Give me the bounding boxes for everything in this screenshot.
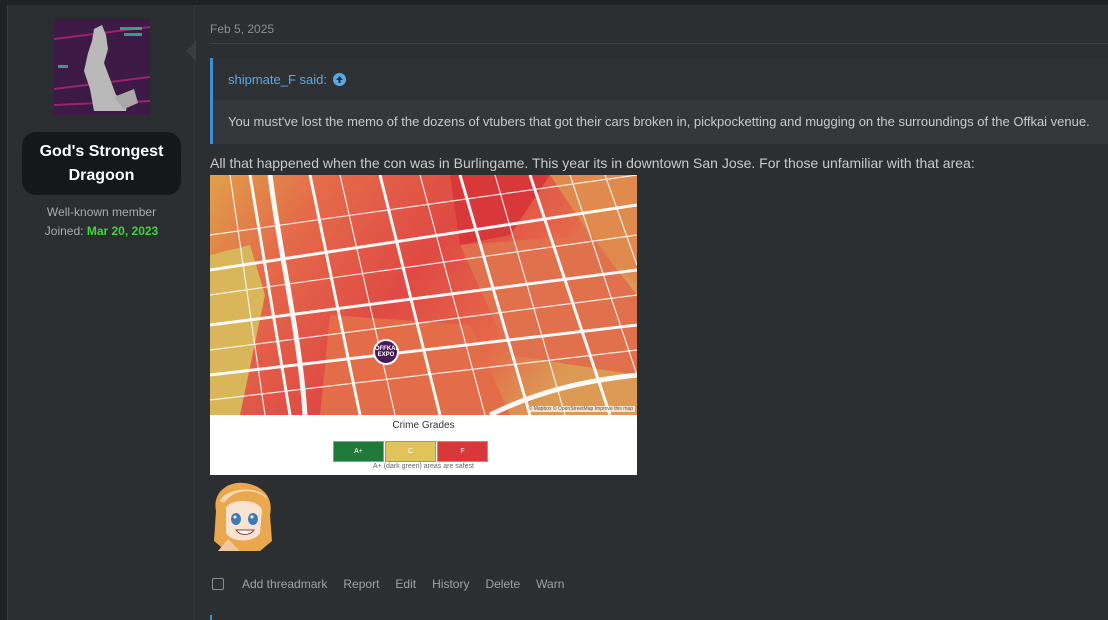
legend-title: Crime Grades [392, 420, 455, 431]
quote-header[interactable]: shipmate_F said: [228, 72, 346, 87]
next-post-marker [210, 615, 212, 620]
select-post-checkbox[interactable] [212, 578, 224, 590]
anime-girl-emote [214, 482, 272, 551]
joined-date: Mar 20, 2023 [86, 224, 159, 238]
joined-label: Joined: [44, 224, 84, 238]
post-body-text: All that happened when the con was in Bu… [210, 155, 975, 171]
report-link[interactable]: Report [343, 577, 379, 591]
joined-info: Joined: Mar 20, 2023 [8, 224, 195, 238]
post-date[interactable]: Feb 5, 2025 [210, 22, 274, 36]
quote-text: You must've lost the memo of the dozens … [213, 100, 1108, 144]
map-attribution: © Mapbox © OpenStreetMap Improve this ma… [526, 406, 635, 412]
page-frame: God's Strongest Dragoon Well-known membe… [0, 0, 1108, 620]
post-arrow-notch [186, 41, 196, 61]
edit-link[interactable]: Edit [395, 577, 416, 591]
legend-swatches: A+ C F [333, 441, 488, 462]
map-graphic [210, 175, 637, 415]
crime-map-image[interactable]: OFFKAI EXPO © Mapbox © OpenStreetMap Imp… [210, 175, 637, 475]
post-actions: Add threadmark Report Edit History Delet… [210, 577, 580, 591]
user-avatar[interactable] [54, 19, 150, 115]
username[interactable]: God's Strongest Dragoon [22, 132, 181, 195]
arrow-up-circle-icon[interactable] [333, 73, 346, 86]
warn-link[interactable]: Warn [536, 577, 564, 591]
history-link[interactable]: History [432, 577, 469, 591]
divider [210, 43, 1108, 44]
quote-block: shipmate_F said: You must've lost the me… [210, 58, 1108, 144]
post-main: Feb 5, 2025 shipmate_F said: You must've… [210, 5, 1108, 620]
user-column: God's Strongest Dragoon Well-known membe… [8, 5, 196, 620]
legend-grade-c: C [385, 441, 436, 462]
user-title: Well-known member [46, 205, 157, 219]
legend-grade-f: F [437, 441, 488, 462]
quote-author[interactable]: shipmate_F said: [228, 72, 327, 87]
forum-post: God's Strongest Dragoon Well-known membe… [7, 5, 1108, 620]
delete-link[interactable]: Delete [485, 577, 520, 591]
legend-grade-a-plus: A+ [333, 441, 384, 462]
legend-note: A+ (dark green) areas are safest [373, 463, 474, 470]
add-threadmark-link[interactable]: Add threadmark [242, 577, 327, 591]
venue-pin: OFFKAI EXPO [373, 339, 399, 365]
